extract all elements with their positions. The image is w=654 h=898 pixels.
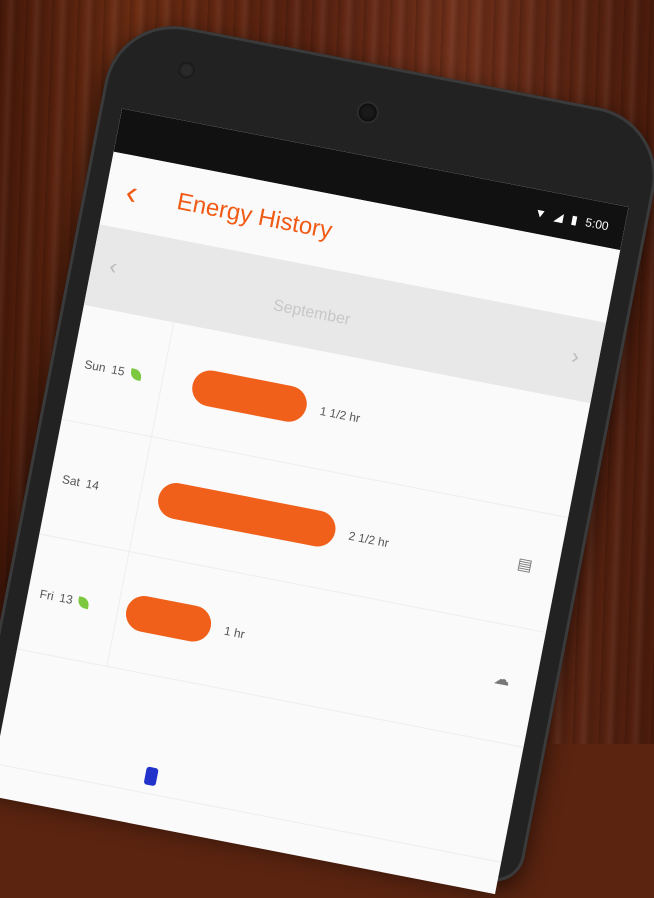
front-sensor	[177, 60, 196, 80]
phone-device: ▼ ◢ ▮ 5:00 ‹ Energy History ‹ September …	[0, 14, 654, 895]
indicator-dot	[143, 766, 159, 787]
next-month-icon[interactable]: ›	[569, 343, 581, 370]
usage-bar	[155, 479, 339, 550]
chevron-left-icon[interactable]: ‹	[123, 173, 163, 215]
usage-bar	[122, 592, 215, 645]
day-name: Sun	[83, 357, 107, 376]
day-date: 15	[110, 362, 126, 379]
duration-label: 1 1/2 hr	[318, 403, 362, 426]
thermostat-icon: ▤	[515, 555, 534, 576]
day-date: 14	[84, 476, 101, 493]
month-label: September	[271, 297, 352, 329]
front-speaker	[357, 101, 379, 124]
day-cell: Sun 15	[61, 304, 175, 437]
status-time: 5:00	[584, 215, 610, 234]
day-name: Sat	[60, 472, 82, 490]
duration-label: 1 hr	[222, 623, 246, 642]
battery-icon: ▮	[569, 212, 580, 228]
prev-month-icon[interactable]: ‹	[107, 253, 119, 280]
day-name: Fri	[38, 586, 56, 604]
history-list: Sun 15 1 1/2 hr Sat 14 2 1/2 hr ▤ Fri 13…	[0, 304, 591, 863]
duration-label: 2 1/2 hr	[347, 528, 391, 551]
usage-bar	[189, 367, 310, 425]
eco-leaf-icon	[77, 595, 91, 609]
day-cell: Fri 13	[17, 534, 130, 666]
status-icons: ▼ ◢ ▮ 5:00	[533, 205, 609, 233]
weather-icon: ☁	[492, 670, 512, 690]
day-date: 13	[58, 590, 75, 607]
day-cell: Sat 14	[39, 419, 152, 552]
wifi-icon: ▼	[533, 205, 548, 222]
page-title: Energy History	[174, 188, 335, 245]
eco-leaf-icon	[129, 367, 143, 381]
signal-icon: ◢	[552, 209, 565, 225]
phone-screen: ▼ ◢ ▮ 5:00 ‹ Energy History ‹ September …	[0, 108, 629, 895]
